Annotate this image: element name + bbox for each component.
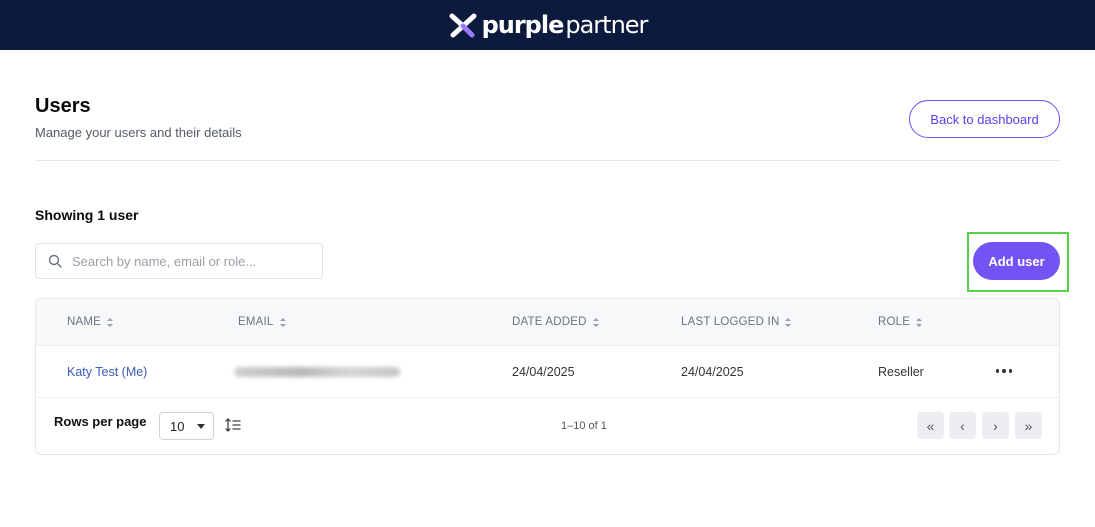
next-page-button[interactable]: ›: [982, 412, 1009, 439]
last-page-icon: »: [1024, 417, 1033, 434]
top-navigation-bar: purple partner: [0, 0, 1095, 50]
brand-name-light: partner: [565, 11, 648, 39]
column-header-role[interactable]: ROLE: [878, 316, 923, 328]
rows-per-page-label: Rows per page: [54, 414, 147, 429]
chevron-down-icon: [197, 424, 205, 429]
last-logged-in-cell: 24/04/2025: [681, 365, 744, 379]
first-page-icon: «: [926, 417, 935, 434]
column-label: ROLE: [878, 316, 911, 328]
search-input[interactable]: [72, 253, 302, 269]
column-label: EMAIL: [238, 316, 274, 328]
column-header-email[interactable]: EMAIL: [238, 316, 287, 328]
sort-icon: [916, 317, 923, 327]
list-sort-icon[interactable]: [225, 418, 241, 432]
rows-per-page-value: 10: [170, 418, 185, 434]
users-table: NAME EMAIL DATE ADDED LAST LOGGED IN ROL…: [35, 298, 1060, 455]
search-icon: [48, 254, 62, 268]
back-to-dashboard-button[interactable]: Back to dashboard: [909, 100, 1060, 138]
page-title: Users: [35, 95, 91, 117]
add-user-button[interactable]: Add user: [973, 242, 1060, 280]
last-page-button[interactable]: »: [1015, 412, 1042, 439]
table-header: NAME EMAIL DATE ADDED LAST LOGGED IN ROL…: [36, 299, 1059, 346]
rows-per-page-select[interactable]: 10: [159, 412, 214, 440]
user-count-label: Showing 1 user: [35, 207, 139, 223]
column-label: NAME: [67, 316, 102, 328]
page-subtitle: Manage your users and their details: [35, 125, 242, 140]
table-row: Katy Test (Me) 24/04/2025 24/04/2025 Res…: [36, 346, 1059, 398]
column-label: DATE ADDED: [512, 316, 587, 328]
header-divider: [35, 160, 1060, 161]
sort-icon: [592, 317, 599, 327]
column-header-last-logged-in[interactable]: LAST LOGGED IN: [681, 316, 792, 328]
table-footer: Rows per page 10 1–10 of 1 « ‹ › »: [36, 398, 1059, 454]
user-name-link[interactable]: Katy Test (Me): [67, 365, 147, 379]
search-field[interactable]: [35, 243, 323, 279]
email-cell-redacted: [234, 367, 400, 377]
sort-icon: [107, 317, 114, 327]
more-horizontal-icon[interactable]: [994, 364, 1014, 378]
prev-page-button[interactable]: ‹: [949, 412, 976, 439]
pagination-range: 1–10 of 1: [561, 420, 607, 432]
logo-icon: [449, 13, 477, 38]
role-cell: Reseller: [878, 365, 924, 379]
brand-logo[interactable]: purple partner: [448, 11, 648, 39]
sort-icon: [279, 317, 286, 327]
next-page-icon: ›: [993, 417, 998, 434]
date-added-cell: 24/04/2025: [512, 365, 575, 379]
column-header-name[interactable]: NAME: [67, 316, 114, 328]
column-header-date-added[interactable]: DATE ADDED: [512, 316, 600, 328]
first-page-button[interactable]: «: [917, 412, 944, 439]
brand-name-bold: purple: [481, 11, 565, 39]
sort-icon: [785, 317, 792, 327]
prev-page-icon: ‹: [960, 417, 965, 434]
column-label: LAST LOGGED IN: [681, 316, 780, 328]
